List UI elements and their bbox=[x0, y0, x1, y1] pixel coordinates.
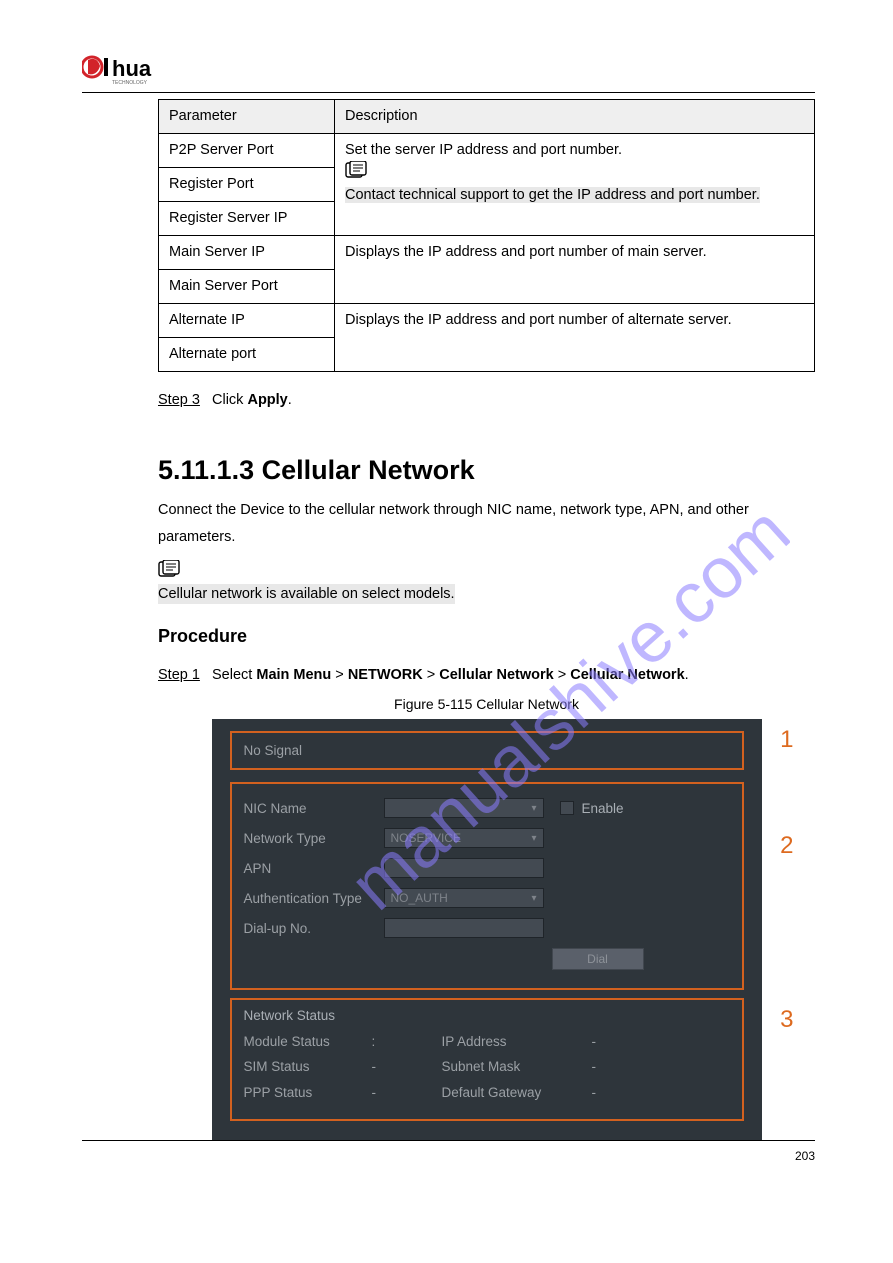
auth-select[interactable]: NO_AUTH bbox=[384, 888, 544, 908]
sim-status-label: SIM Status bbox=[244, 1057, 372, 1077]
module-status-label: Module Status bbox=[244, 1032, 372, 1052]
gw-label: Default Gateway bbox=[442, 1083, 592, 1103]
dial-button[interactable]: Dial bbox=[552, 948, 644, 970]
cellular-network-screenshot: 1 2 3 No Signal NIC Name Enable Network … bbox=[212, 719, 762, 1141]
ntype-label: Network Type bbox=[244, 829, 384, 849]
signal-box: No Signal bbox=[230, 731, 744, 771]
step3-label: Step 3 bbox=[158, 390, 200, 411]
step-3-line: Step 3 Click Apply. bbox=[158, 380, 815, 411]
nic-select[interactable] bbox=[384, 798, 544, 818]
cell-p2p-port: P2P Server Port bbox=[159, 134, 335, 168]
footer-divider bbox=[82, 1140, 815, 1141]
enable-label: Enable bbox=[582, 799, 624, 819]
note-icon bbox=[345, 161, 367, 179]
step1-label: Step 1 bbox=[158, 665, 200, 686]
apn-label: APN bbox=[244, 859, 384, 879]
svg-text:TECHNOLOGY: TECHNOLOGY bbox=[112, 80, 148, 86]
callout-3: 3 bbox=[780, 1003, 793, 1038]
dialno-input[interactable] bbox=[384, 918, 544, 938]
callout-1: 1 bbox=[780, 723, 793, 758]
config-box: NIC Name Enable Network Type NOSERVICE A… bbox=[230, 782, 744, 990]
th-description: Description bbox=[335, 100, 815, 134]
enable-checkbox[interactable] bbox=[560, 801, 574, 815]
cell-alt-desc: Displays the IP address and port number … bbox=[335, 304, 815, 372]
cell-main-port: Main Server Port bbox=[159, 270, 335, 304]
th-parameter: Parameter bbox=[159, 100, 335, 134]
brand-logo: hua TECHNOLOGY bbox=[82, 52, 815, 84]
cell-register-port: Register Port bbox=[159, 168, 335, 202]
svg-text:hua: hua bbox=[112, 56, 152, 81]
mask-label: Subnet Mask bbox=[442, 1057, 592, 1077]
ppp-status-label: PPP Status bbox=[244, 1083, 372, 1103]
cell-server-desc: Set the server IP address and port numbe… bbox=[335, 134, 815, 236]
procedure-heading: Procedure bbox=[158, 623, 815, 649]
ip-label: IP Address bbox=[442, 1032, 592, 1052]
page-number: 203 bbox=[795, 1149, 815, 1163]
signal-text: No Signal bbox=[244, 743, 303, 758]
step-1-line: Step 1 Select Main Menu > NETWORK > Cell… bbox=[158, 655, 815, 686]
header-divider bbox=[82, 92, 815, 93]
cell-main-ip: Main Server IP bbox=[159, 236, 335, 270]
parameter-table: Parameter Description P2P Server Port Se… bbox=[158, 99, 815, 372]
auth-label: Authentication Type bbox=[244, 889, 384, 909]
figure-caption: Figure 5-115 Cellular Network bbox=[158, 694, 815, 714]
cell-alt-ip: Alternate IP bbox=[159, 304, 335, 338]
status-box: Network Status Module Status : IP Addres… bbox=[230, 998, 744, 1120]
section-heading: 5.11.1.3 Cellular Network bbox=[158, 451, 815, 490]
cell-register-ip: Register Server IP bbox=[159, 202, 335, 236]
apn-input[interactable] bbox=[384, 858, 544, 878]
note-icon bbox=[158, 560, 180, 578]
section-body: Connect the Device to the cellular netwo… bbox=[158, 500, 815, 605]
cell-main-desc: Displays the IP address and port number … bbox=[335, 236, 815, 304]
ntype-select[interactable]: NOSERVICE bbox=[384, 828, 544, 848]
callout-2: 2 bbox=[780, 829, 793, 864]
nic-label: NIC Name bbox=[244, 799, 384, 819]
network-status-title: Network Status bbox=[244, 1006, 730, 1026]
cell-alt-port: Alternate port bbox=[159, 338, 335, 372]
dialno-label: Dial-up No. bbox=[244, 919, 384, 939]
